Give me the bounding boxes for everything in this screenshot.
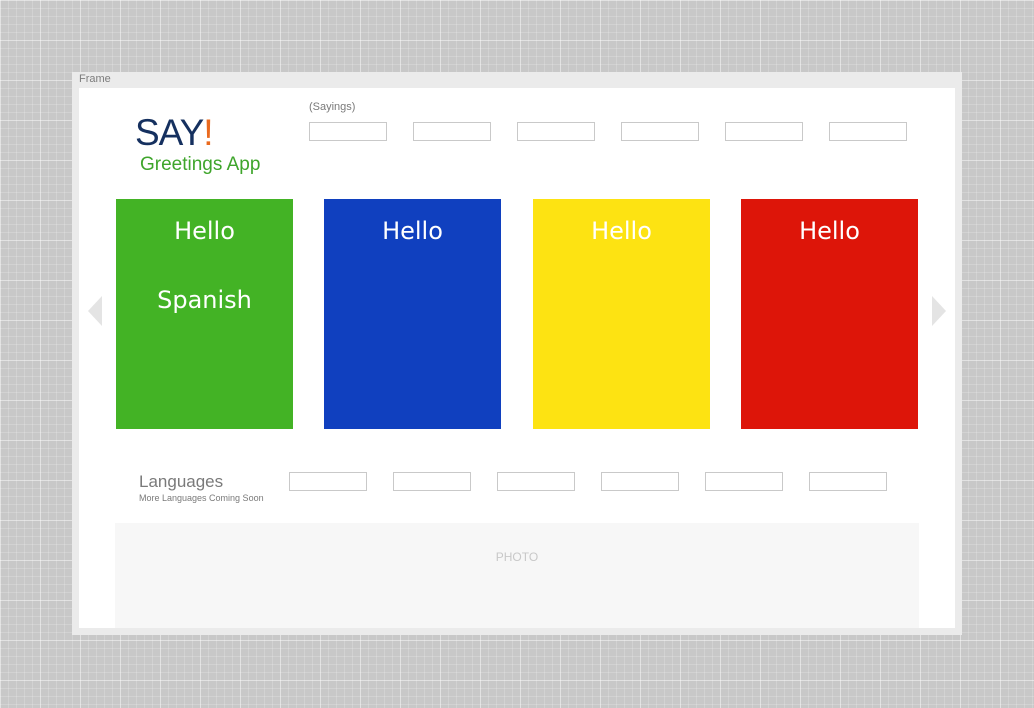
language-slot-2[interactable]	[393, 472, 471, 491]
sayings-slot-5[interactable]	[725, 122, 803, 141]
frame-label: Frame	[79, 73, 111, 85]
greeting-card-3[interactable]: Hello	[533, 199, 710, 429]
greeting-card-2[interactable]: Hello	[324, 199, 501, 429]
sayings-slot-1[interactable]	[309, 122, 387, 141]
language-slot-1[interactable]	[289, 472, 367, 491]
greeting-card-1[interactable]: Hello Spanish	[116, 199, 293, 429]
languages-nav	[289, 472, 887, 491]
photo-label: PHOTO	[495, 550, 539, 564]
logo-text: SAY	[135, 112, 204, 153]
sayings-slot-6[interactable]	[829, 122, 907, 141]
logo-mark: !	[203, 112, 213, 153]
card-title: Hello	[174, 217, 235, 245]
sayings-slot-3[interactable]	[517, 122, 595, 141]
sayings-nav	[309, 122, 907, 141]
sayings-label: (Sayings)	[309, 101, 356, 113]
logo: SAY!	[135, 112, 214, 153]
language-slot-6[interactable]	[809, 472, 887, 491]
app-name: Greetings App	[140, 154, 261, 175]
language-slot-4[interactable]	[601, 472, 679, 491]
app-canvas: SAY! Greetings App (Sayings) Hello Spani…	[79, 88, 955, 628]
chevron-right-icon[interactable]	[932, 296, 946, 326]
chevron-left-icon[interactable]	[88, 296, 102, 326]
sayings-slot-2[interactable]	[413, 122, 491, 141]
frame: Frame SAY! Greetings App (Sayings) Hello…	[72, 72, 962, 635]
languages-subtitle: More Languages Coming Soon	[139, 493, 264, 503]
card-title: Hello	[591, 217, 652, 245]
card-language: Spanish	[157, 286, 252, 314]
greeting-card-4[interactable]: Hello	[741, 199, 918, 429]
card-title: Hello	[799, 217, 860, 245]
photo-placeholder: PHOTO	[115, 523, 919, 628]
sayings-slot-4[interactable]	[621, 122, 699, 141]
language-slot-3[interactable]	[497, 472, 575, 491]
card-title: Hello	[382, 217, 443, 245]
languages-title: Languages	[139, 472, 224, 491]
language-slot-5[interactable]	[705, 472, 783, 491]
